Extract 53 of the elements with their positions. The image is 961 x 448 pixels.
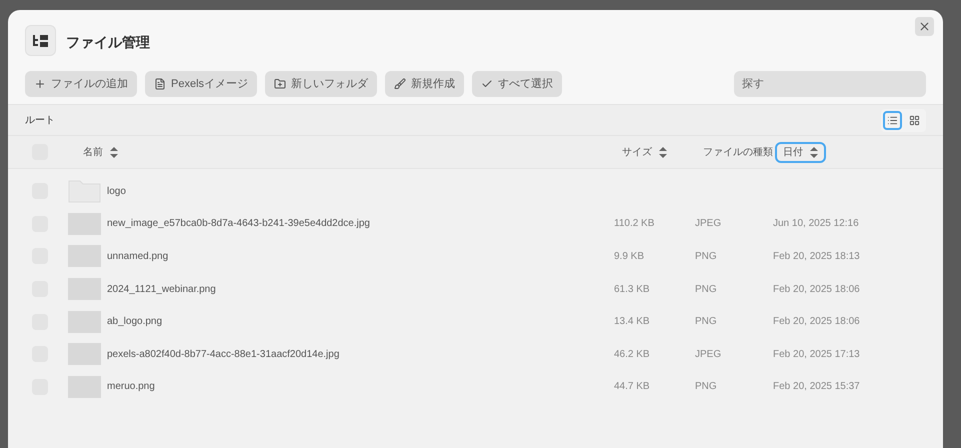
folder-plus-icon [274,78,286,90]
file-size: 61.3 KB [614,282,651,297]
file-type: JPEG [695,217,722,232]
file-name[interactable]: unnamed.png [107,248,614,264]
toolbar-button[interactable]: 新しいフォルダ [265,71,378,97]
grid-icon [909,114,920,126]
file-size: 110.2 KB [614,217,656,232]
toolbar-button[interactable]: Pexelsイメージ [145,71,258,97]
file-name[interactable]: meruo.png [107,379,614,394]
file-type: PNG [695,380,718,394]
file-type: PNG [695,282,718,297]
file-size: 13.4 KB [614,315,651,330]
image-thumbnail [68,376,101,398]
close-button[interactable] [915,17,934,36]
list-icon [887,114,898,126]
toolbar-button[interactable]: すべて選択 [472,71,562,97]
column-header[interactable]: 名前 [75,142,126,162]
file-type: PNG [695,250,718,264]
image-thumbnail [68,343,101,366]
column-header[interactable]: サイズ [614,142,675,162]
file-date: Jun 10, 2025 12:16 [773,217,860,232]
file-date: Feb 20, 2025 17:13 [773,348,861,362]
check-icon [481,78,494,90]
folder-tree-icon [25,25,56,56]
file-name[interactable]: new_image_e57bca0b-8d7a-4643-b241-39e5e4dd2dce.jpg [107,216,614,232]
breadcrumb[interactable]: ルート [25,112,55,128]
file-size: 46.2 KB [614,348,651,362]
file-type: JPEG [695,348,722,362]
search-field[interactable]: 探す [734,71,926,97]
image-thumbnail [68,245,101,268]
toolbar-button[interactable]: ファイルの追加 [25,71,137,97]
image-thumbnail [68,278,101,300]
column-header[interactable]: 日付 [775,142,826,162]
file-date: Feb 20, 2025 18:06 [773,315,861,330]
close-icon [918,20,931,33]
file-date: Feb 20, 2025 18:06 [773,282,861,297]
document-icon [154,78,166,90]
window-title: ファイル管理 [66,33,150,52]
file-size: 9.9 KB [614,250,646,264]
file-date: Feb 20, 2025 18:13 [773,250,861,264]
brush-icon [394,78,406,90]
image-thumbnail [68,212,101,235]
file-name[interactable]: pexels-a802f40d-8b77-4acc-88e1-31aacf20d14e.jpg [107,346,614,362]
file-date: Feb 20, 2025 15:37 [773,380,861,394]
file-size: 44.7 KB [614,380,651,394]
file-name[interactable]: ab_logo.png [107,314,614,330]
list-view-button[interactable] [883,110,902,130]
image-thumbnail [68,310,101,333]
file-name[interactable]: logo [107,184,614,199]
file-type: PNG [695,315,718,330]
plus-icon [34,78,46,90]
toolbar-button[interactable]: 新規作成 [385,71,464,97]
file-name[interactable]: 2024_1121_webinar.png [107,282,614,297]
